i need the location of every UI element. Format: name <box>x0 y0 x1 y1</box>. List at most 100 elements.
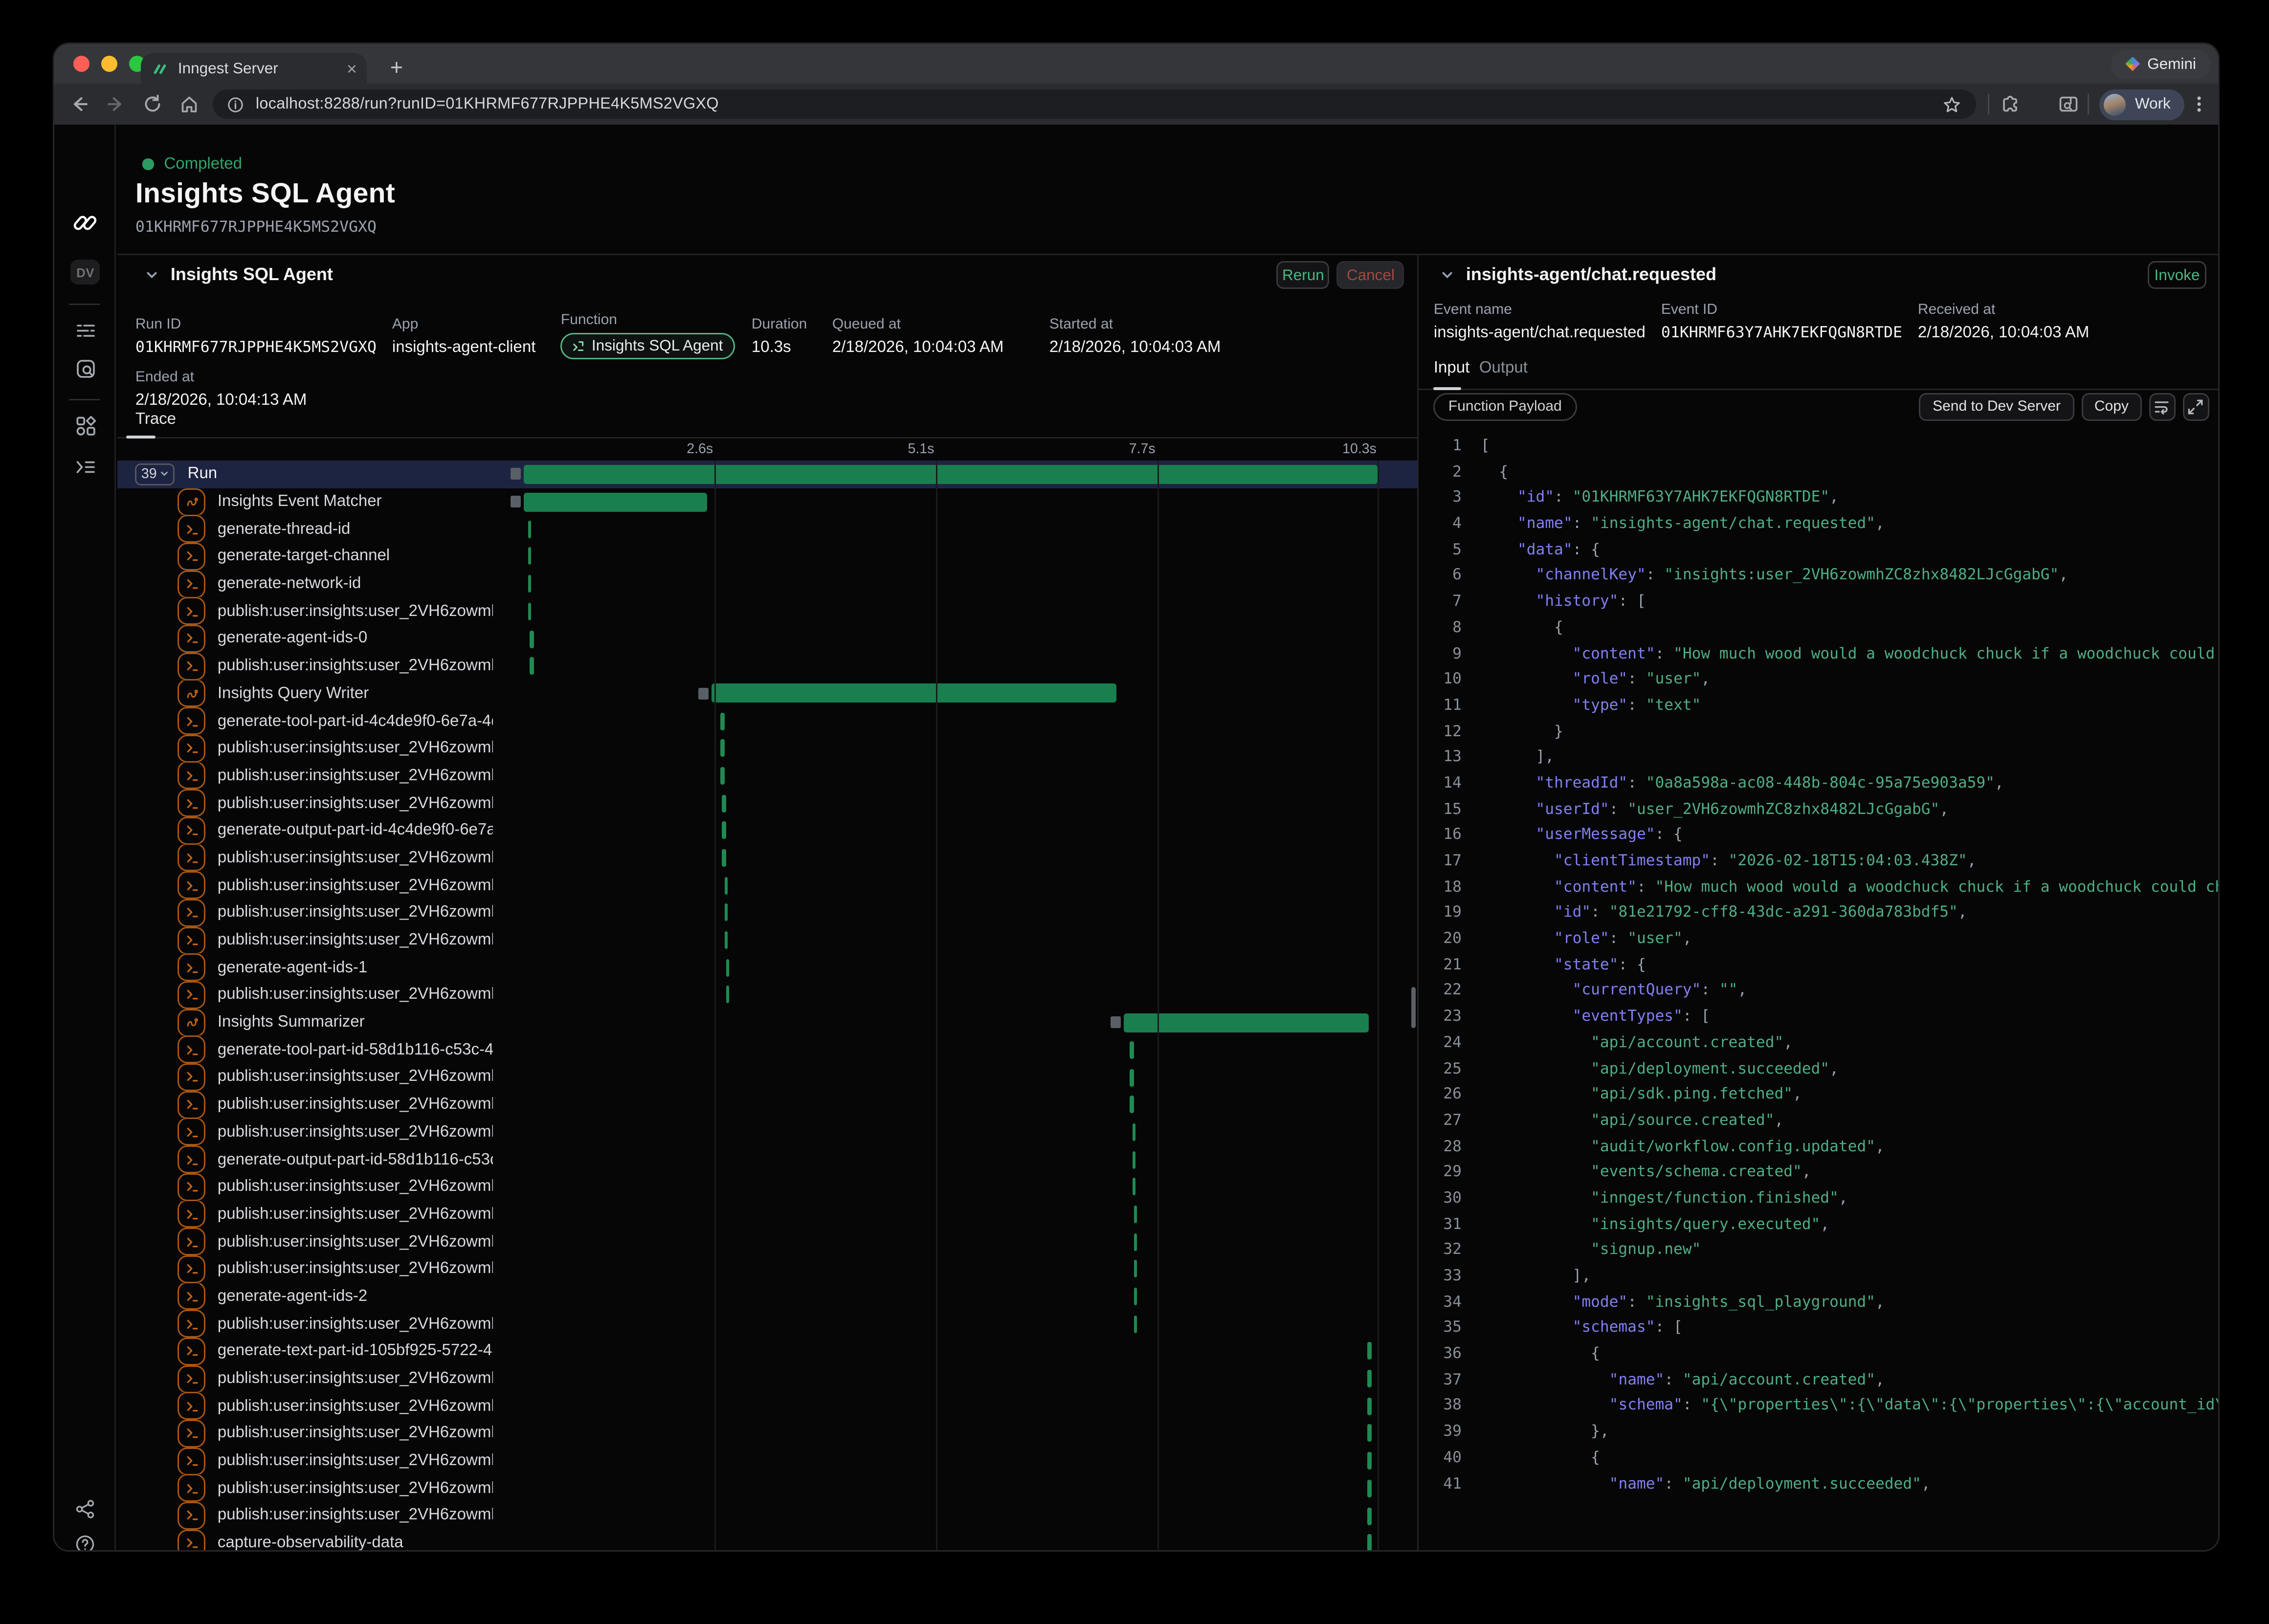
trace-row[interactable]: publish:user:insights:user_2VH6zowmhZC8z… <box>118 1119 1418 1146</box>
duration-tick[interactable] <box>1367 1370 1371 1387</box>
function-pill[interactable]: Insights SQL Agent <box>561 333 735 359</box>
trace-row[interactable]: publish:user:insights:user_2VH6zowmhZC8z… <box>118 1063 1418 1091</box>
duration-tick[interactable] <box>1130 1096 1134 1114</box>
duration-tick[interactable] <box>724 877 728 894</box>
url-text[interactable]: localhost:8288/run?runID=01KHRMF677RJPPH… <box>256 95 719 113</box>
trace-row[interactable]: generate-output-part-id-4c4de9f0-6e7a-4d… <box>118 817 1418 844</box>
trace-row[interactable]: publish:user:insights:user_2VH6zowmhZC8z… <box>118 1310 1418 1338</box>
trace-row[interactable]: publish:user:insights:user_2VH6zowmhZC8z… <box>118 1502 1418 1529</box>
tab-output[interactable]: Output <box>1479 359 1528 377</box>
trace-row[interactable]: publish:user:insights:user_2VH6zowmhZC8z… <box>118 762 1418 790</box>
browser-menu-icon[interactable] <box>2189 94 2210 114</box>
trace-row[interactable]: publish:user:insights:user_2VH6zowmhZC8z… <box>118 1392 1418 1420</box>
duration-tick[interactable] <box>721 712 725 730</box>
trace-row[interactable]: publish:user:insights:user_2VH6zowmhZC8z… <box>118 872 1418 899</box>
trace-row[interactable]: generate-agent-ids-0 <box>118 625 1418 652</box>
app-switcher-badge[interactable]: DV <box>71 260 100 285</box>
trace-row[interactable]: publish:user:insights:user_2VH6zowmhZC8z… <box>118 1091 1418 1118</box>
duration-tick[interactable] <box>1367 1507 1371 1525</box>
tab-input[interactable]: Input <box>1434 359 1469 377</box>
trace-row[interactable]: publish:user:insights:user_2VH6zowmhZC8z… <box>118 926 1418 954</box>
side-panel-search-icon[interactable] <box>2059 94 2079 114</box>
extensions-icon[interactable] <box>2000 94 2021 114</box>
trace-row[interactable]: Insights Query Writer <box>118 680 1418 707</box>
profile-button[interactable]: Work <box>2100 89 2184 120</box>
duration-tick[interactable] <box>528 602 532 620</box>
trace-row[interactable]: publish:user:insights:user_2VH6zowmhZC8z… <box>118 1365 1418 1392</box>
trace-row[interactable]: generate-agent-ids-2 <box>118 1283 1418 1310</box>
forward-icon[interactable] <box>106 94 127 114</box>
trace-row[interactable]: publish:user:insights:user_2VH6zowmhZC8z… <box>118 1201 1418 1228</box>
duration-tick[interactable] <box>530 630 534 648</box>
trace-scrollbar[interactable] <box>1412 987 1416 1028</box>
duration-tick[interactable] <box>721 740 725 757</box>
address-bar[interactable]: localhost:8288/run?runID=01KHRMF677RJPPH… <box>213 89 1977 119</box>
window-controls[interactable] <box>74 56 146 72</box>
duration-tick[interactable] <box>1134 1288 1138 1305</box>
site-info-icon[interactable] <box>228 96 244 112</box>
duration-tick[interactable] <box>1367 1535 1371 1550</box>
trace-row[interactable]: generate-tool-part-id-58d1b116-c53c-4e6c… <box>118 1036 1418 1063</box>
duration-tick[interactable] <box>1367 1397 1371 1415</box>
trace-row[interactable]: Insights Event Matcher <box>118 488 1418 515</box>
duration-bar[interactable] <box>1123 1013 1369 1032</box>
browser-tab[interactable]: Inngest Server × <box>141 53 367 84</box>
rerun-button[interactable]: Rerun <box>1277 261 1330 289</box>
trace-row-run[interactable]: 39Run <box>118 461 1418 488</box>
duration-bar[interactable] <box>711 684 1116 703</box>
chevron-down-icon[interactable] <box>1441 268 1454 281</box>
duration-tick[interactable] <box>1134 1206 1138 1223</box>
chevron-down-icon[interactable] <box>146 268 159 281</box>
trace-row[interactable]: publish:user:insights:user_2VH6zowmhZC8z… <box>118 844 1418 872</box>
invoke-button[interactable]: Invoke <box>2148 261 2206 289</box>
duration-tick[interactable] <box>722 849 726 867</box>
duration-bar[interactable] <box>524 492 707 511</box>
trace-row[interactable]: capture-observability-data <box>118 1529 1418 1550</box>
duration-tick[interactable] <box>530 658 534 675</box>
duration-tick[interactable] <box>1367 1342 1371 1360</box>
sidebar-item-insights[interactable] <box>55 358 116 380</box>
trace-row[interactable]: publish:user:insights:user_2VH6zowmhZC8z… <box>118 1474 1418 1502</box>
back-icon[interactable] <box>69 94 90 114</box>
gemini-button[interactable]: Gemini <box>2111 49 2211 79</box>
trace-row[interactable]: Insights Summarizer <box>118 1009 1418 1036</box>
duration-tick[interactable] <box>1132 1151 1136 1168</box>
duration-tick[interactable] <box>724 931 728 949</box>
trace-row[interactable]: publish:user:insights:user_2VH6zowmhZC8z… <box>118 735 1418 762</box>
close-tab-icon[interactable]: × <box>347 60 357 77</box>
trace-row[interactable]: generate-thread-id <box>118 515 1418 543</box>
duration-tick[interactable] <box>528 575 532 593</box>
trace-row[interactable]: publish:user:insights:user_2VH6zowmhZC8z… <box>118 790 1418 817</box>
inngest-logo[interactable] <box>55 210 116 236</box>
duration-tick[interactable] <box>1130 1041 1134 1058</box>
run-section-header[interactable]: Insights SQL Agent Rerun Cancel <box>118 255 1418 295</box>
duration-tick[interactable] <box>1134 1260 1138 1278</box>
reload-icon[interactable] <box>143 94 163 114</box>
duration-tick[interactable] <box>1367 1479 1371 1497</box>
duration-tick[interactable] <box>1132 1178 1136 1196</box>
payload-code-editor[interactable]: 1[2 {3 "id": "01KHRMF63Y7AHK7EKFQGN8RTDE… <box>1419 434 2218 1550</box>
duration-tick[interactable] <box>528 520 532 538</box>
minimize-window-button[interactable] <box>102 56 118 72</box>
share-icon[interactable] <box>55 1499 116 1519</box>
duration-tick[interactable] <box>1367 1452 1371 1470</box>
duration-tick[interactable] <box>1130 1069 1134 1086</box>
trace-row[interactable]: publish:user:insights:user_2VH6zowmhZC8z… <box>118 652 1418 680</box>
trace-row[interactable]: publish:user:insights:user_2VH6zowmhZC8z… <box>118 1228 1418 1255</box>
sidebar-item-apps[interactable] <box>55 415 116 437</box>
app-link[interactable]: insights-agent-client <box>392 339 536 356</box>
duration-bar[interactable] <box>524 465 1378 484</box>
home-icon[interactable] <box>179 94 200 114</box>
duration-tick[interactable] <box>1367 1425 1371 1442</box>
bookmark-star-icon[interactable] <box>1943 95 1962 114</box>
duration-tick[interactable] <box>722 794 726 812</box>
trace-row[interactable]: generate-tool-part-id-4c4de9f0-6e7a-4de6… <box>118 707 1418 735</box>
cancel-button[interactable]: Cancel <box>1337 261 1404 289</box>
trace-row[interactable]: generate-text-part-id-105bf925-5722-4371… <box>118 1338 1418 1365</box>
duration-tick[interactable] <box>726 986 730 1004</box>
duration-tick[interactable] <box>1134 1233 1138 1251</box>
trace-row[interactable]: publish:user:insights:user_2VH6zowmhZC8z… <box>118 1173 1418 1201</box>
copy-button[interactable]: Copy <box>2081 393 2142 421</box>
duration-tick[interactable] <box>722 822 726 839</box>
new-tab-button[interactable]: + <box>380 51 413 84</box>
